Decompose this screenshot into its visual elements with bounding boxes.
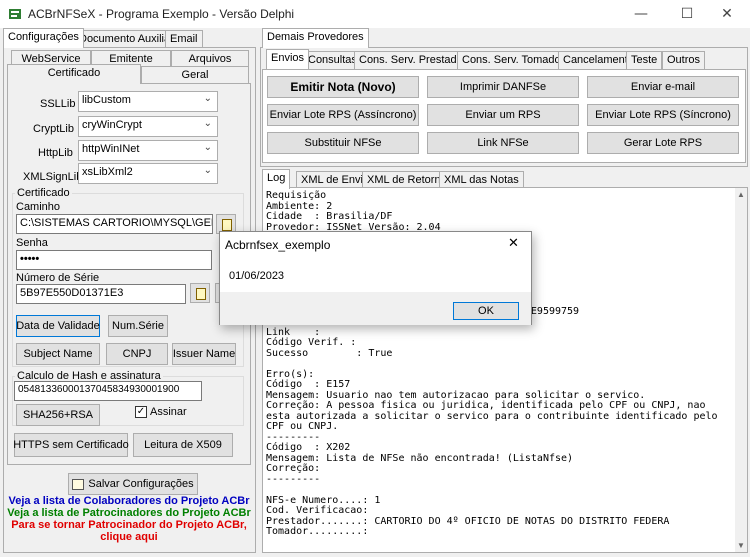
enviar-email-button[interactable]: Enviar e-mail [587, 76, 739, 98]
app-icon [9, 9, 21, 19]
enviar-lote-sincrono-button[interactable]: Enviar Lote RPS (Síncrono) [587, 104, 739, 126]
dialog-title: Acbrnfsex_exemplo [225, 238, 331, 252]
chevron-down-icon: ⌄ [203, 118, 212, 129]
log-line: Requisição [266, 190, 327, 201]
serie-input[interactable]: 5B97E550D01371E3 [16, 284, 186, 304]
senha-label: Senha [16, 237, 48, 249]
sha256-rsa-button[interactable]: SHA256+RSA [16, 404, 100, 426]
num-serie-button[interactable]: Num.Série [108, 315, 168, 337]
leitura-x509-button[interactable]: Leitura de X509 [133, 433, 233, 457]
link-nfse-button[interactable]: Link NFSe [427, 132, 579, 154]
emitir-nota-button[interactable]: Emitir Nota (Novo) [267, 76, 419, 98]
enviar-um-rps-button[interactable]: Enviar um RPS [427, 104, 579, 126]
tab-envios[interactable]: Envios [266, 49, 310, 69]
dialog-close-button[interactable]: ✕ [508, 236, 519, 251]
substituir-nfse-button[interactable]: Substituir NFSe [267, 132, 419, 154]
gerar-lote-rps-button[interactable]: Gerar Lote RPS [587, 132, 739, 154]
subject-name-button[interactable]: Subject Name [16, 343, 100, 365]
tab-configuracoes[interactable]: Configurações [3, 28, 84, 48]
salvar-configuracoes-button[interactable]: Salvar Configurações [68, 473, 198, 495]
log-line: Código : E157 [266, 379, 351, 390]
log-line: Correção: A pessoa fisica ou juridica, i… [266, 400, 706, 411]
tab-log[interactable]: Log [262, 169, 291, 189]
chevron-down-icon: ⌄ [203, 165, 212, 176]
ok-button[interactable]: OK [453, 302, 519, 320]
log-line: Código : X202 [266, 442, 351, 453]
issuer-name-button[interactable]: Issuer Name [172, 343, 236, 365]
tab-certificado[interactable]: Certificado [7, 64, 141, 84]
dialog-footer: OK [220, 292, 531, 325]
tab-cons-serv-tomados[interactable]: Cons. Serv. Tomados [457, 51, 572, 69]
title-bar: ACBrNFSeX - Programa Exemplo - Versão De… [0, 0, 750, 28]
tab-email[interactable]: Email [165, 30, 203, 48]
httplib-label: HttpLib [38, 147, 73, 159]
caminho-label: Caminho [16, 201, 61, 213]
tab-outros[interactable]: Outros [662, 51, 706, 69]
serie-label: Número de Série [16, 272, 100, 284]
browse-serie-icon[interactable] [190, 283, 210, 303]
tab-geral[interactable]: Geral [141, 66, 249, 84]
tab-documento-auxiliar[interactable]: Documento Auxiliar [74, 30, 179, 48]
window-title: ACBrNFSeX - Programa Exemplo - Versão De… [28, 7, 295, 21]
log-line: Código Verif. : [266, 337, 357, 348]
assinar-checkbox[interactable]: ✓ [135, 406, 147, 418]
assinar-label: Assinar [150, 406, 187, 418]
chevron-down-icon: ⌄ [203, 142, 212, 153]
log-line: Sucesso : True [266, 347, 393, 359]
log-line: Correção: [266, 463, 321, 474]
ssllib-select[interactable]: libCustom ⌄ [78, 91, 218, 112]
minimize-button[interactable]: — [618, 0, 664, 28]
xmlsignlib-label: XMLSignLib [23, 171, 83, 183]
hash-input[interactable]: 05481336000137045834930001900 [14, 381, 202, 401]
save-icon [72, 478, 85, 490]
certificado-group-title: Certificado [15, 187, 72, 199]
log-scrollbar[interactable]: ▲ ▼ [735, 188, 747, 552]
tornar-patrocinador-link[interactable]: Para se tornar Patrocinador do Projeto A… [0, 519, 258, 531]
log-line: Mensagem: Lista de NFSe não encontrada! … [266, 452, 574, 464]
scroll-up-icon[interactable]: ▲ [737, 190, 745, 199]
patrocinadores-link[interactable]: Veja a lista de Patrocinadores do Projet… [0, 507, 258, 519]
httplib-select[interactable]: httpWinINet ⌄ [78, 140, 218, 161]
log-line: Cod. Verificacao: [266, 505, 369, 516]
log-line: Tomador.........: [266, 526, 369, 537]
log-line: Cidade : Brasilia/DF [266, 211, 393, 222]
cryptlib-label: CryptLib [33, 123, 74, 135]
scroll-down-icon[interactable]: ▼ [737, 541, 745, 550]
clique-aqui-link[interactable]: clique aqui [0, 531, 258, 543]
colaboradores-link[interactable]: Veja a lista de Colaboradores do Projeto… [0, 495, 258, 507]
tab-demais-provedores[interactable]: Demais Provedores [262, 28, 369, 48]
dialog-message: 01/06/2023 [229, 270, 285, 282]
data-validade-button[interactable]: Data de Validade [16, 315, 100, 337]
message-dialog: Acbrnfsex_exemplo ✕ 01/06/2023 OK [219, 231, 532, 325]
tab-teste[interactable]: Teste [626, 51, 663, 69]
caminho-input[interactable]: C:\SISTEMAS CARTORIO\MYSQL\GERENCIAD [16, 214, 213, 234]
tab-cons-serv-prestados[interactable]: Cons. Serv. Prestados [354, 51, 474, 69]
cryptlib-select[interactable]: cryWinCrypt ⌄ [78, 116, 218, 137]
cnpj-button[interactable]: CNPJ [106, 343, 168, 365]
xmlsignlib-select[interactable]: xsLibXml2 ⌄ [78, 163, 218, 184]
senha-input[interactable]: ••••• [16, 250, 212, 270]
ssllib-label: SSLLib [40, 98, 76, 110]
imprimir-danfse-button[interactable]: Imprimir DANFSe [427, 76, 579, 98]
log-line: CPF ou CNPJ. [266, 421, 339, 432]
enviar-lote-assincrono-button[interactable]: Enviar Lote RPS (Assíncrono) [267, 104, 419, 126]
log-line: --------- [266, 473, 321, 485]
close-button[interactable]: ✕ [704, 0, 750, 28]
chevron-down-icon: ⌄ [203, 93, 212, 104]
https-sem-certificado-button[interactable]: HTTPS sem Certificado [13, 433, 129, 457]
